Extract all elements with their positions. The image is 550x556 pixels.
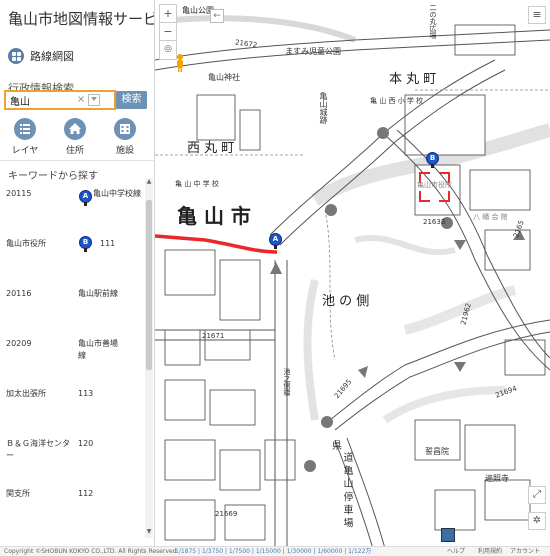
home-icon xyxy=(64,118,86,140)
fullscreen-icon[interactable]: ⤢ xyxy=(528,486,546,504)
layers-label: レイヤ xyxy=(11,146,39,156)
scroll-up-icon[interactable]: ▲ xyxy=(145,178,153,186)
divider xyxy=(0,160,154,161)
list-item[interactable]: 20116 亀山駅前線 xyxy=(0,285,145,330)
list-item[interactable]: Ｂ＆Ｇ海洋センター 120 xyxy=(0,435,145,480)
search-box: × xyxy=(4,90,116,110)
result-code: 関支所 xyxy=(6,489,30,498)
layers-icon xyxy=(14,118,36,140)
marker-a-icon: A xyxy=(79,190,92,206)
layers-button[interactable]: レイヤ xyxy=(5,118,45,156)
result-name: 120 xyxy=(78,439,94,448)
route-map-label: 路線網図 xyxy=(30,50,74,63)
result-code: 加太出張所 xyxy=(6,389,46,398)
result-name: 112 xyxy=(78,489,94,498)
result-name: 亀山中学校線 xyxy=(93,189,141,198)
address-label: 住所 xyxy=(65,146,84,156)
zoom-control: + − ◎ xyxy=(159,4,177,60)
menu-icon[interactable]: ≡ xyxy=(528,6,546,24)
map-label-square: 二の丸広場 xyxy=(429,4,437,39)
map-label-21633: 21633 xyxy=(423,218,446,226)
map-marker-b-icon[interactable]: B xyxy=(426,152,439,168)
result-code: 20116 xyxy=(6,289,32,298)
dropdown-icon[interactable] xyxy=(88,94,100,106)
map-label-bridge: 池之側橋 xyxy=(283,368,291,396)
search-button[interactable]: 検索 xyxy=(116,91,147,109)
list-item[interactable]: 20209 亀山市善場線 xyxy=(0,335,145,380)
status-bar: Copyright ©SHOBUN KOKYO CO.,LTD. All Rig… xyxy=(0,546,550,556)
map-marker-a-icon[interactable]: A xyxy=(269,233,282,249)
keyword-search-label: キーワードから探す xyxy=(8,171,98,182)
map-label-honmaru: 本 丸 町 xyxy=(389,72,437,87)
zoom-in-button[interactable]: + xyxy=(160,5,176,23)
map-label-west-school: 亀 山 西 小 学 校 xyxy=(370,97,424,105)
list-item[interactable]: 20115 A 亀山中学校線 xyxy=(0,185,145,230)
facility-button[interactable]: 施設 xyxy=(105,118,145,156)
settings-icon[interactable]: ✲ xyxy=(528,512,546,530)
map-label-nishimaru: 西 丸 町 xyxy=(187,141,235,156)
map-label-city: 亀 山 市 xyxy=(177,204,251,228)
result-name: 111 xyxy=(100,239,116,248)
result-code: 20115 xyxy=(6,189,32,198)
map-label-shrine: 亀山神社 xyxy=(208,73,240,82)
grid-icon xyxy=(8,48,24,64)
map-view[interactable]: A B 亀山公園 本 丸 町 西 丸 町 亀 山 市 池 の 側 亀山神社 ます… xyxy=(155,0,550,556)
result-code: Ｂ＆Ｇ海洋センター xyxy=(6,439,70,460)
map-label-masumi: ますみ児童公園 xyxy=(285,47,341,56)
scroll-down-icon[interactable]: ▼ xyxy=(145,528,153,536)
map-label-henshouji: 遍照寺 xyxy=(485,474,509,483)
building-icon xyxy=(114,118,136,140)
address-button[interactable]: 住所 xyxy=(55,118,95,156)
app-title: 亀山市地図情報サービス xyxy=(8,10,154,28)
map-thumbnail-icon[interactable] xyxy=(441,528,455,542)
back-arrow-icon[interactable]: ← xyxy=(210,9,224,23)
result-name: 亀山駅前線 xyxy=(78,289,118,298)
map-label-line: 道 亀 山 停 車 場 xyxy=(341,452,352,528)
map-label-21669: 21669 xyxy=(215,510,238,518)
list-item[interactable]: 関支所 112 xyxy=(0,485,145,530)
map-label-hall: 八 幡 会 館 xyxy=(473,213,508,221)
zoom-out-button[interactable]: − xyxy=(160,23,176,41)
map-label-ken: 県 xyxy=(332,441,342,452)
list-item[interactable]: 亀山市役所 B 111 xyxy=(0,235,145,280)
street-view-icon[interactable] xyxy=(174,53,186,73)
result-name: 亀山市善場線 xyxy=(78,339,118,360)
clear-icon[interactable]: × xyxy=(76,93,86,107)
result-code: 亀山市役所 xyxy=(6,239,46,248)
map-label-temple: 誓昌院 xyxy=(425,447,449,456)
result-name: 113 xyxy=(78,389,94,398)
search-input[interactable] xyxy=(6,92,76,108)
result-code: 20209 xyxy=(6,339,32,348)
app-window: 亀山市地図情報サービス 路線網図 行政情報検索 × 検索 レイヤ xyxy=(0,0,550,556)
copyright-text: Copyright ©SHOBUN KOKYO CO.,LTD. All Rig… xyxy=(4,548,177,555)
tool-row: レイヤ 住所 施設 xyxy=(0,118,150,156)
scrollbar-thumb[interactable] xyxy=(146,200,152,370)
map-label-mid-school: 亀 山 中 学 校 xyxy=(175,180,219,188)
sidebar: 亀山市地図情報サービス 路線網図 行政情報検索 × 検索 レイヤ xyxy=(0,0,155,556)
map-label-21671: 21671 xyxy=(202,332,225,340)
map-label-castle: 亀山城跡 xyxy=(319,92,328,124)
map-label-city-hall: 亀山市役所 xyxy=(417,181,452,189)
marker-b-icon: B xyxy=(79,236,92,252)
account-link[interactable]: アカウント xyxy=(510,547,540,556)
map-label-ikenogawa: 池 の 側 xyxy=(322,294,370,309)
scale-selector[interactable]: 1/1875 | 1/3750 | 1/7500 | 1/15000 | 1/3… xyxy=(175,547,371,556)
terms-link[interactable]: 利用規約 xyxy=(478,547,502,556)
help-link[interactable]: ヘルプ xyxy=(447,547,465,556)
route-map-link[interactable]: 路線網図 xyxy=(8,48,74,64)
list-item[interactable]: 加太出張所 113 xyxy=(0,385,145,430)
facility-label: 施設 xyxy=(115,146,134,156)
